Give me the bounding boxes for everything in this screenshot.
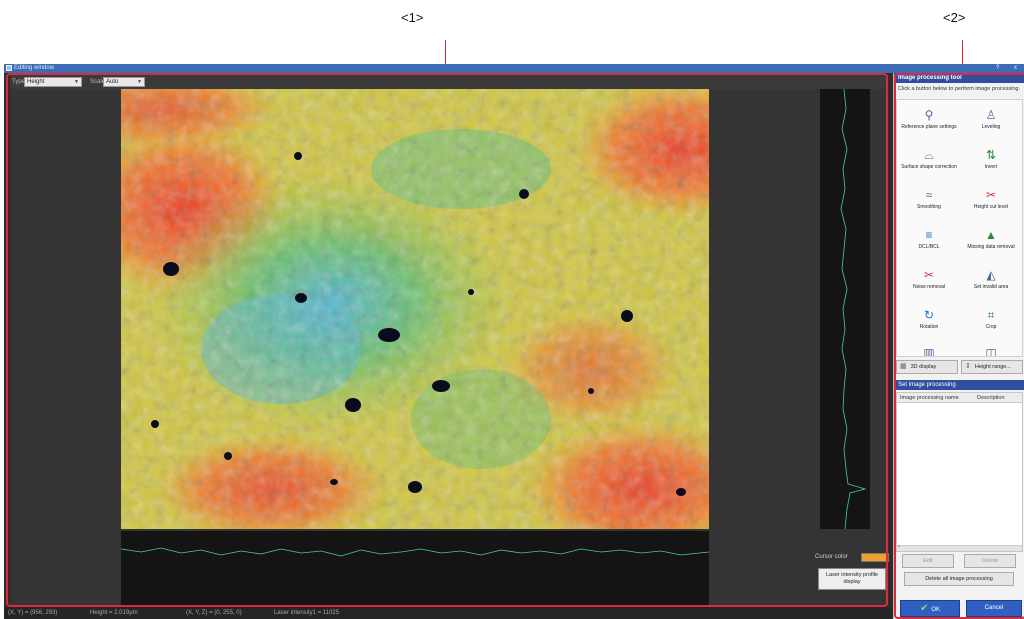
status-xy: (X, Y) = (956, 293) [8,610,58,616]
vertical-profile-svg [840,88,867,530]
cube-icon: ▦ [900,363,907,370]
callout-label-2: <2> [943,10,966,25]
tool-label: Missing data removal [967,244,1015,250]
height-range-label: Height range... [974,364,1011,370]
help-button[interactable]: ? [996,64,999,73]
3d-display-button[interactable]: ▦ 3D display [896,360,958,374]
invalid-area-button[interactable]: ◭ Set invalid area [961,268,1021,308]
invalid-area-icon: ◭ [986,268,996,282]
type-select-value: Height [27,79,45,85]
tool-label: Leveling [981,124,1001,130]
ok-button[interactable]: ✔ OK [900,600,960,617]
col-description: Description [977,395,1005,401]
invert-button[interactable]: ⇅ Invert [961,148,1021,188]
set-image-processing-header: Set image processing [894,380,1024,390]
smoothing-icon: ≈ [925,188,933,202]
scale-select-value: Auto [106,79,119,85]
invert-icon: ⇅ [985,148,997,162]
type-select[interactable]: Height ▼ [24,77,82,87]
missing-data-button[interactable]: ▲ Missing data removal [961,228,1021,268]
app-icon [6,65,12,71]
image-processing-header: Image processing tool [894,73,1024,83]
image-processing-list[interactable]: Image processing name Description ‹ [896,392,1023,552]
leveling-icon: ♙ [985,108,997,122]
image-processing-panel: Image processing tool Click a button bel… [893,73,1024,619]
ok-label: OK [931,607,941,613]
chevron-down-icon: ▼ [137,79,142,85]
crop-button[interactable]: ⌗ Crop [961,308,1021,348]
height-map-image[interactable] [121,89,709,529]
height-cut-icon: ✂ [985,188,997,202]
status-height: Height = 2.019μm [90,610,138,616]
screenshot-root: <1> <2> Editing window ? x Type Height ▼… [0,0,1024,619]
vertical-profile-graph [820,88,870,530]
crop-icon: ⌗ [987,308,995,322]
close-button[interactable]: x [1014,64,1017,73]
col-name: Image processing name [900,395,959,401]
more-tools-button[interactable]: ◫ [961,346,1021,357]
dcl-bcl-button[interactable]: ≡ DCL/BCL [899,228,959,268]
callout-label-1: <1> [401,10,424,25]
edit-button[interactable]: Edit [902,554,954,568]
status-xyz: (X, Y, Z) = (0, 255, 0) [186,610,242,616]
histogram-icon: ▥ [923,346,935,357]
height-range-button[interactable]: ⇕ Height range... [961,360,1023,374]
image-viewer: Cursor color Laser intensity profile dis… [10,88,890,605]
tool-label: Surface shape correction [901,164,957,170]
delete-all-button[interactable]: Delete all image processing [904,572,1014,586]
rotation-button[interactable]: ↻ Rotation [899,308,959,348]
rotation-icon: ↻ [923,308,935,322]
tool-label: Smoothing [917,204,941,210]
cursor-color-label: Cursor color [815,554,848,560]
cancel-button[interactable]: Cancel [966,600,1022,617]
delete-button[interactable]: Delete [964,554,1016,568]
height-cut-button[interactable]: ✂ Height cut level [961,188,1021,228]
horizontal-scrollbar[interactable]: ‹ [897,544,1022,551]
cursor-color-row: Cursor color [815,552,890,564]
scale-select[interactable]: Auto ▼ [103,77,145,87]
surface-shape-button[interactable]: ⌓ Surface shape correction [899,148,959,188]
laser-intensity-profile-button[interactable]: Laser intensity profile display [818,568,886,590]
tool-label: Height cut level [973,204,1009,210]
surface-shape-icon: ⌓ [924,148,934,162]
tool-label: Noise removal [913,284,945,290]
viewer-toolbar: Type Height ▼ Scale Auto ▼ [10,75,888,89]
window-title: Editing window [14,65,55,71]
editing-window: Editing window ? x Type Height ▼ Scale A… [4,64,1024,619]
smoothing-button[interactable]: ≈ Smoothing [899,188,959,228]
reference-plane-icon: ⚲ [924,108,934,122]
cursor-color-swatch[interactable] [861,553,889,562]
tool-label: Invert [984,164,998,170]
histogram-button[interactable]: ▥ [899,346,959,357]
missing-data-icon: ▲ [985,228,997,242]
height-map-svg [121,89,709,529]
more-icon: ◫ [985,346,997,357]
horizontal-profile-svg [120,547,710,557]
tool-grid: ⚲ Reference plane settings ♙ Leveling ⌓ … [896,99,1023,357]
list-column-headers: Image processing name Description [897,393,1022,403]
reference-plane-button[interactable]: ⚲ Reference plane settings [899,108,959,148]
tool-label: Rotation [919,324,939,330]
check-icon: ✔ [919,603,929,614]
horizontal-profile-graph [120,531,710,605]
noise-removal-button[interactable]: ✂ Noise removal [899,268,959,308]
tool-label: Reference plane settings [901,124,957,130]
chevron-down-icon: ▼ [74,79,79,85]
tool-label: DCL/BCL [918,244,940,250]
dcl-bcl-icon: ≡ [925,228,933,242]
status-laser: Laser intensity1 = 11025 [274,610,340,616]
title-bar: Editing window ? x [4,64,1024,73]
status-bar: (X, Y) = (956, 293) Height = 2.019μm (X,… [4,607,892,619]
leveling-button[interactable]: ♙ Leveling [961,108,1021,148]
3d-display-label: 3D display [910,364,937,370]
chevron-left-icon: ‹ [898,544,900,550]
range-icon: ⇕ [965,363,971,370]
noise-removal-icon: ✂ [923,268,935,282]
tool-label: Crop [985,324,997,330]
tool-label: Set invalid area [973,284,1009,290]
image-processing-description: Click a button below to perform image pr… [898,86,1020,92]
